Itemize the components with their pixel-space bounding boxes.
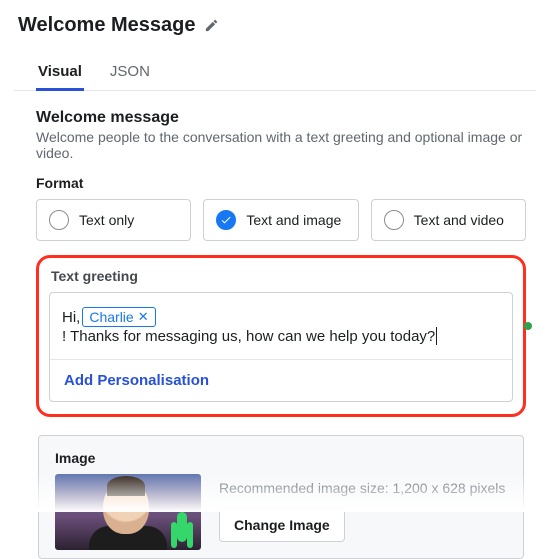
image-section: Image Recommended image size: 1,200 x 62… xyxy=(38,435,524,559)
change-image-button[interactable]: Change Image xyxy=(219,508,345,542)
chip-label: Charlie xyxy=(89,309,133,325)
text-greeting-card: Hi, Charlie ✕ ! Thanks for messaging us,… xyxy=(49,292,513,402)
image-recommendation: Recommended image size: 1,200 x 628 pixe… xyxy=(219,480,505,496)
editor-tabs: Visual JSON xyxy=(14,51,536,91)
format-text-and-image[interactable]: Text and image xyxy=(203,199,358,241)
radio-checked-icon xyxy=(216,210,236,230)
personalisation-chip[interactable]: Charlie ✕ xyxy=(82,307,155,327)
image-label: Image xyxy=(55,450,507,466)
format-label: Format xyxy=(36,175,526,191)
edit-icon[interactable] xyxy=(204,18,219,33)
page-title: Welcome Message xyxy=(18,14,196,37)
text-caret xyxy=(436,327,437,345)
radio-icon xyxy=(384,210,404,230)
section-subtext: Welcome people to the conversation with … xyxy=(36,129,526,161)
close-icon[interactable]: ✕ xyxy=(138,309,149,325)
status-dot-icon xyxy=(524,322,532,330)
tab-json[interactable]: JSON xyxy=(110,51,150,90)
greeting-suffix: ! Thanks for messaging us, how can we he… xyxy=(62,328,435,345)
format-options: Text only Text and image Text and video xyxy=(36,199,526,241)
format-text-and-video[interactable]: Text and video xyxy=(371,199,526,241)
tab-visual[interactable]: Visual xyxy=(38,51,82,90)
format-text-only[interactable]: Text only xyxy=(36,199,191,241)
format-option-label: Text and image xyxy=(246,212,341,228)
image-thumbnail[interactable] xyxy=(55,474,201,550)
format-option-label: Text only xyxy=(79,212,134,228)
text-greeting-callout: Text greeting Hi, Charlie ✕ ! Thanks for… xyxy=(36,255,526,417)
add-personalisation-button[interactable]: Add Personalisation xyxy=(50,360,512,401)
text-greeting-input[interactable]: Hi, Charlie ✕ ! Thanks for messaging us,… xyxy=(50,293,512,359)
greeting-prefix: Hi, xyxy=(62,309,80,326)
section-heading: Welcome message xyxy=(36,109,526,127)
format-option-label: Text and video xyxy=(414,212,504,228)
text-greeting-label: Text greeting xyxy=(51,268,513,284)
radio-icon xyxy=(49,210,69,230)
